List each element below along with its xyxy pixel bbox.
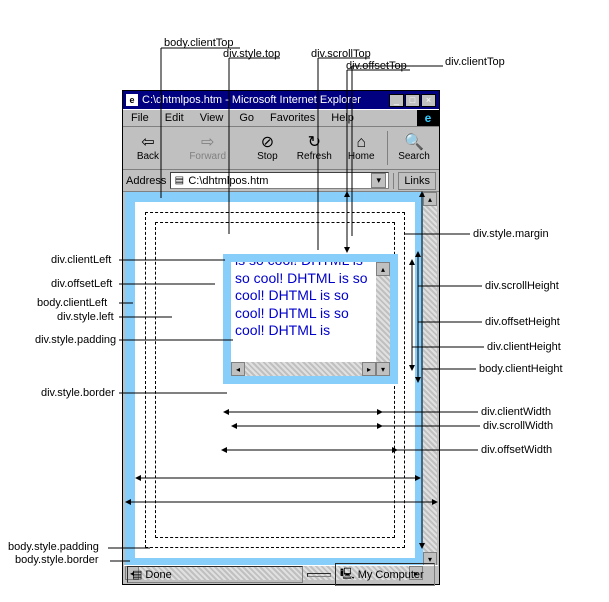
label-div-offsetLeft: div.offsetLeft	[50, 278, 113, 290]
page-body: is so cool! DHTML is so cool! DHTML is s…	[125, 192, 437, 580]
titlebar[interactable]: e C:\dhtmlpos.htm - Microsoft Internet E…	[123, 91, 439, 109]
label-div-style-padding: div.style.padding	[34, 334, 117, 346]
menubar: File Edit View Go Favorites Help e	[123, 109, 439, 127]
status-bar: ▤ Done 🖳 My Computer	[124, 565, 438, 583]
links-button[interactable]: Links	[398, 172, 436, 190]
computer-icon: 🖳	[340, 565, 355, 584]
forward-arrow-icon: ⇨	[201, 135, 214, 151]
status-done: ▤ Done	[127, 566, 303, 583]
page-icon: ▤	[173, 175, 185, 187]
address-input[interactable]: ▤ C:\dhtmlpos.htm ▾	[170, 172, 389, 189]
window-title: C:\dhtmlpos.htm - Microsoft Internet Exp…	[142, 94, 389, 106]
search-button[interactable]: 🔍Search	[391, 129, 437, 167]
close-button[interactable]: ×	[421, 94, 436, 107]
minimize-button[interactable]: _	[389, 94, 404, 107]
label-div-scrollWidth: div.scrollWidth	[482, 420, 554, 432]
scroll-down-icon[interactable]: ▾	[376, 362, 390, 376]
back-button[interactable]: ⇦Back	[125, 129, 171, 167]
window-icon: e	[126, 94, 138, 106]
label-div-clientTop: div.clientTop	[444, 56, 506, 68]
done-icon: ▤	[132, 568, 142, 581]
home-button[interactable]: ⌂Home	[338, 129, 384, 167]
label-div-clientWidth: div.clientWidth	[480, 406, 552, 418]
scroll-track[interactable]	[245, 362, 362, 376]
label-div-clientHeight: div.clientHeight	[486, 341, 562, 353]
status-empty-1	[307, 573, 331, 577]
scroll-track[interactable]	[376, 276, 390, 362]
scroll-up-icon[interactable]: ▴	[376, 262, 390, 276]
toolbar-separator	[387, 131, 388, 165]
address-value: C:\dhtmlpos.htm	[188, 175, 368, 187]
address-sep	[393, 173, 394, 189]
label-div-scrollTop: div.scrollTop	[310, 48, 372, 60]
ie-logo-icon: e	[417, 110, 439, 126]
label-div-scrollHeight: div.scrollHeight	[484, 280, 560, 292]
menu-favorites[interactable]: Favorites	[262, 110, 323, 126]
address-dropdown-button[interactable]: ▾	[371, 173, 386, 188]
menu-file[interactable]: File	[123, 110, 157, 126]
scroll-up-icon[interactable]: ▴	[423, 192, 437, 206]
label-div-offsetTop: div.offsetTop	[345, 60, 408, 72]
div-vertical-scrollbar[interactable]: ▴ ▾	[376, 262, 390, 376]
address-bar: Address ▤ C:\dhtmlpos.htm ▾ Links	[123, 170, 439, 192]
menu-view[interactable]: View	[192, 110, 232, 126]
scroll-right-icon[interactable]: ▸	[362, 362, 376, 376]
toolbar: ⇦Back ⇨Forward ⊘Stop ↻Refresh ⌂Home 🔍Sea…	[123, 127, 439, 170]
address-label: Address	[126, 175, 166, 187]
status-zone: 🖳 My Computer	[335, 563, 435, 586]
scroll-left-icon[interactable]: ◂	[231, 362, 245, 376]
refresh-icon: ↻	[308, 135, 321, 151]
forward-button[interactable]: ⇨Forward	[172, 129, 244, 167]
back-arrow-icon: ⇦	[141, 135, 154, 151]
label-div-offsetHeight: div.offsetHeight	[484, 316, 561, 328]
maximize-button[interactable]: □	[405, 94, 420, 107]
menu-go[interactable]: Go	[231, 110, 262, 126]
body-vertical-scrollbar[interactable]: ▴ ▾	[423, 192, 437, 566]
stop-icon: ⊘	[261, 135, 274, 151]
menu-edit[interactable]: Edit	[157, 110, 192, 126]
label-body-style-border: body.style.border	[14, 554, 100, 566]
label-div-offsetWidth: div.offsetWidth	[480, 444, 553, 456]
label-div-style-border: div.style.border	[40, 387, 116, 399]
label-div-style-margin: div.style.margin	[472, 228, 550, 240]
label-div-style-left: div.style.left	[56, 311, 115, 323]
label-body-clientLeft: body.clientLeft	[36, 297, 108, 309]
menu-help[interactable]: Help	[323, 110, 362, 126]
example-div: is so cool! DHTML is so cool! DHTML is s…	[223, 254, 398, 384]
div-horizontal-scrollbar[interactable]: ◂ ▸	[231, 362, 376, 376]
scroll-track[interactable]	[423, 206, 437, 552]
home-icon: ⌂	[356, 135, 366, 151]
stop-button[interactable]: ⊘Stop	[244, 129, 290, 167]
label-body-style-padding: body.style.padding	[7, 541, 100, 553]
ie-window: e C:\dhtmlpos.htm - Microsoft Internet E…	[122, 90, 440, 585]
label-div-clientLeft: div.clientLeft	[50, 254, 112, 266]
label-body-clientHeight: body.clientHeight	[478, 363, 564, 375]
example-div-text: is so cool! DHTML is so cool! DHTML is s…	[235, 262, 372, 340]
label-div-style-top: div.style.top	[222, 48, 281, 60]
search-icon: 🔍	[404, 135, 424, 151]
refresh-button[interactable]: ↻Refresh	[291, 129, 337, 167]
example-div-content: is so cool! DHTML is so cool! DHTML is s…	[231, 262, 390, 376]
